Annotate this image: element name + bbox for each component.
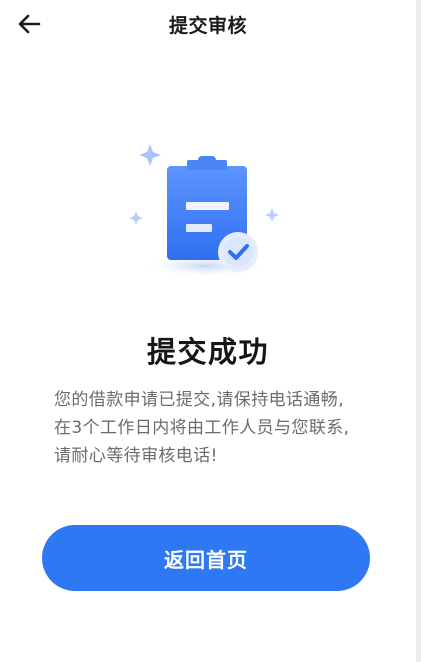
page-title: 提交审核 <box>168 15 247 37</box>
back-home-button[interactable]: 返回首页 <box>42 525 370 591</box>
scrollbar-track <box>416 0 421 662</box>
result-description: 您的借款申请已提交,请保持电话通畅,在3个工作日内将由工作人员与您联系,请耐心等… <box>54 390 350 466</box>
back-home-label: 返回首页 <box>164 547 248 572</box>
clipboard-check-icon <box>129 144 279 278</box>
top-bar: 提交审核 <box>0 0 416 48</box>
success-title: 提交成功 <box>146 335 269 369</box>
success-illustration <box>118 132 298 292</box>
